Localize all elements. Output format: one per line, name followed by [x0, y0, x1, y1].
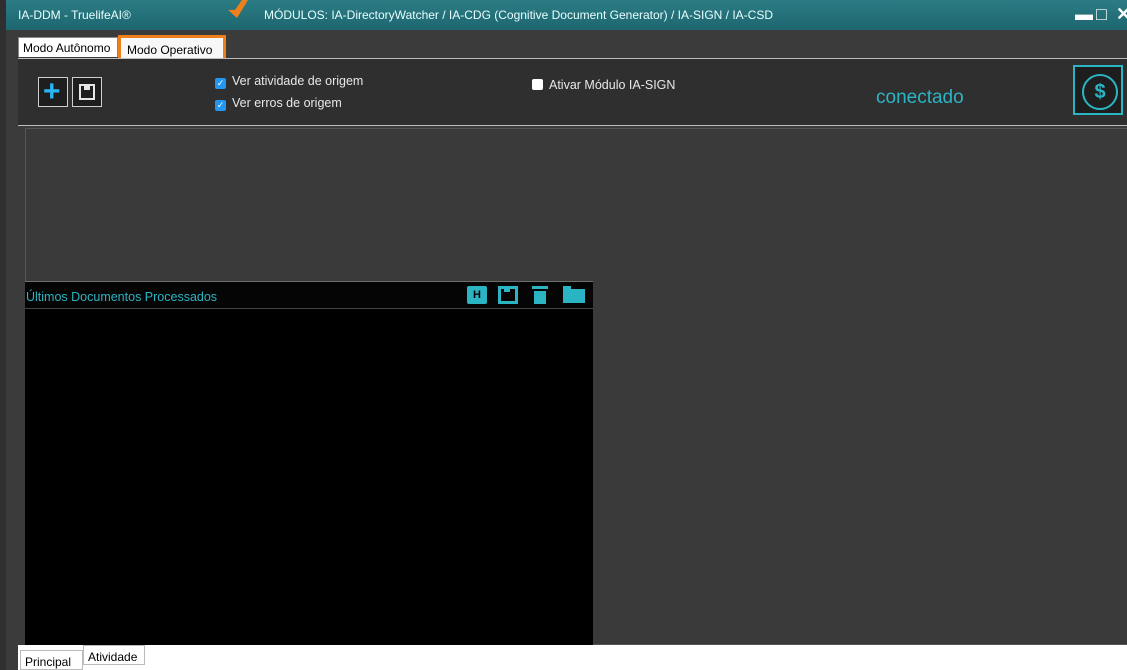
history-icon[interactable] [467, 286, 487, 304]
save-button[interactable] [72, 77, 102, 107]
checkbox-checked-icon: ✓ [215, 78, 226, 89]
add-button[interactable]: + [38, 77, 68, 107]
modules-title: MÓDULOS: IA-DirectoryWatcher / IA-CDG (C… [264, 8, 774, 22]
ativar-sign-label: Ativar Módulo IA-SIGN [549, 78, 676, 92]
app-window: IA-DDM - TruelifeAI® MÓDULOS: IA-Directo… [0, 0, 1127, 670]
connection-status: conectado [876, 87, 964, 108]
checkbox-unchecked-icon [532, 79, 543, 90]
maximize-icon[interactable]: □ [1096, 4, 1107, 25]
trash-icon[interactable] [530, 286, 550, 304]
ver-atividade-checkbox[interactable]: ✓ Ver atividade de origem [215, 74, 363, 89]
save-icon[interactable] [498, 286, 518, 304]
close-icon[interactable]: ✕ [1116, 4, 1127, 25]
panel-header: Últimos Documentos Processados [25, 282, 593, 309]
ver-erros-checkbox[interactable]: ✓ Ver erros de origem [215, 96, 342, 111]
panel-title: Últimos Documentos Processados [26, 290, 218, 304]
folder-icon[interactable] [563, 286, 585, 304]
plus-icon: + [43, 75, 61, 108]
titlebar: IA-DDM - TruelifeAI® MÓDULOS: IA-Directo… [6, 0, 1127, 30]
tab-principal[interactable]: Principal [20, 650, 83, 670]
checkbox-checked-icon: ✓ [215, 100, 226, 111]
dollar-button[interactable]: $ [1073, 65, 1123, 115]
tab-modo-autonomo[interactable]: Modo Autônomo [18, 37, 118, 57]
ver-atividade-label: Ver atividade de origem [232, 74, 364, 88]
tab-atividade[interactable]: Atividade [83, 645, 145, 665]
floppy-icon [79, 84, 95, 100]
minimize-icon[interactable]: ▬ [1075, 4, 1093, 25]
ver-erros-label: Ver erros de origem [232, 96, 342, 110]
bottom-tab-bar: Principal Atividade [18, 645, 1127, 670]
ativar-sign-checkbox[interactable]: Ativar Módulo IA-SIGN [532, 78, 675, 92]
dollar-icon: $ [1082, 74, 1118, 110]
app-title: IA-DDM - TruelifeAI® [18, 8, 131, 22]
toolbar: + ✓ Ver atividade de origem ✓ Ver erros de… [18, 58, 1127, 126]
documents-panel: Últimos Documentos Processados [25, 281, 593, 645]
